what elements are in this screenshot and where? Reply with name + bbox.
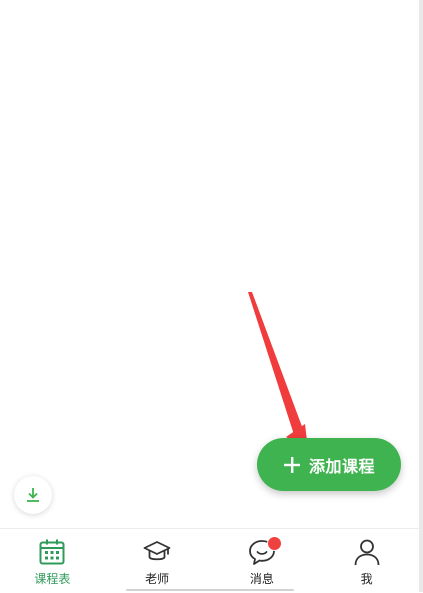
tab-schedule-label: 课程表 [34,572,71,586]
tab-schedule[interactable]: 课程表 [0,529,105,593]
tab-teachers[interactable]: 老师 [105,529,210,593]
tab-me-label: 我 [360,572,373,586]
unread-badge [266,536,282,551]
graduation-cap-icon [143,541,171,561]
tab-teachers-label: 老师 [145,572,170,586]
tab-messages-label: 消息 [249,572,274,586]
chat-bubble-wrapper [247,536,282,567]
bottom-tab-bar: 课程表 老师 消息 我 [0,528,419,593]
person-icon [354,539,380,566]
add-course-label: 添加课程 [308,456,375,476]
tab-me[interactable]: 我 [314,529,419,593]
download-icon [27,488,39,502]
plus-icon [283,456,300,473]
home-indicator[interactable] [126,589,294,591]
download-button[interactable] [14,476,52,514]
window-edge [419,0,423,592]
add-course-button[interactable]: 添加课程 [257,438,401,491]
tab-messages[interactable]: 消息 [210,529,315,593]
calendar-icon [39,539,65,565]
app-screen: 添加课程 课程表 老师 消息 我 [0,0,419,593]
